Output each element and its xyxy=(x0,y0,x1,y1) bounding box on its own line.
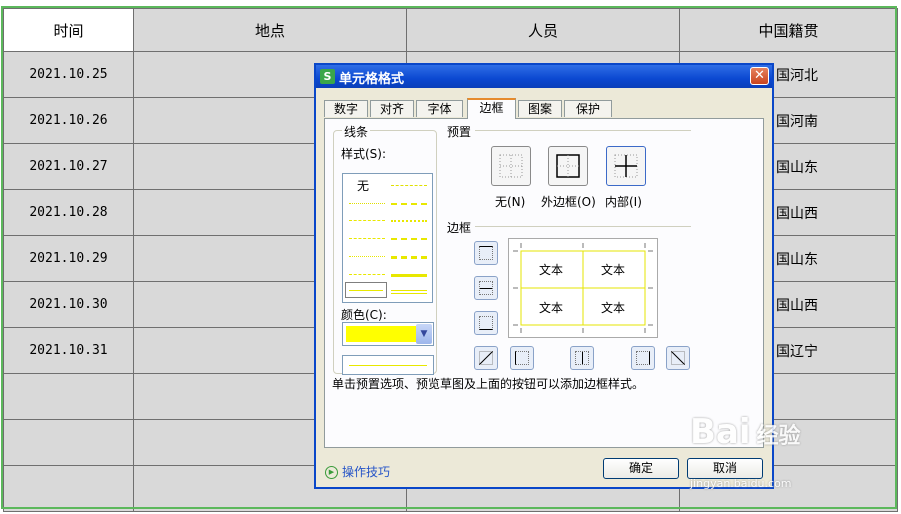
ok-button[interactable]: 确定 xyxy=(603,458,679,479)
line-style-option[interactable] xyxy=(349,274,385,275)
border-middle-horizontal-icon xyxy=(479,281,493,295)
line-style-option[interactable] xyxy=(391,256,427,259)
preset-outline-button[interactable] xyxy=(548,146,588,186)
line-style-list[interactable]: 无 xyxy=(342,173,433,303)
preset-none-button[interactable] xyxy=(491,146,531,186)
cell[interactable] xyxy=(3,373,134,420)
border-bottom-icon xyxy=(479,316,493,330)
preset-none-label: 无(N) xyxy=(495,195,526,209)
border-diagonal-down-button[interactable] xyxy=(666,346,690,370)
line-group: 线条 样式(S): 无 颜色(C): ▼ xyxy=(333,123,437,375)
line-style-option[interactable] xyxy=(349,238,385,239)
border-top-button[interactable] xyxy=(474,241,498,265)
line-style-option[interactable] xyxy=(391,185,427,186)
border-right-icon xyxy=(636,351,650,365)
preset-inside-button[interactable] xyxy=(606,146,646,186)
line-style-option[interactable] xyxy=(391,220,427,222)
header-row: 时间 地点 人员 中国籍贯 xyxy=(3,8,898,52)
style-none-option[interactable]: 无 xyxy=(357,177,369,194)
border-preview[interactable]: 文本 文本 文本 文本 xyxy=(508,238,658,338)
tab-number[interactable]: 数字 xyxy=(324,100,368,117)
line-style-option[interactable] xyxy=(349,203,385,204)
baidu-watermark-logo: Bai 经验 xyxy=(690,412,801,452)
tab-border[interactable]: 边框 xyxy=(467,98,516,119)
diagonal-down-icon xyxy=(670,350,686,366)
style-label: 样式(S): xyxy=(341,147,387,161)
border-right-button[interactable] xyxy=(631,346,655,370)
watermark-url: jingyan.baidu.com xyxy=(690,477,792,490)
tips-label: 操作技巧 xyxy=(342,465,391,479)
cell[interactable] xyxy=(3,419,134,466)
color-swatch xyxy=(346,326,416,342)
border-middle-horizontal-button[interactable] xyxy=(474,276,498,300)
border-top-icon xyxy=(479,246,493,260)
border-outline-icon xyxy=(556,154,580,178)
line-style-option[interactable] xyxy=(391,203,427,205)
date-cell[interactable]: 2021.10.28 xyxy=(3,189,134,236)
line-style-option[interactable] xyxy=(391,274,427,277)
border-middle-vertical-icon xyxy=(575,351,589,365)
preset-outline-label: 外边框(O) xyxy=(541,195,596,209)
line-style-option[interactable] xyxy=(391,290,427,294)
border-left-button[interactable] xyxy=(510,346,534,370)
border-none-icon xyxy=(499,154,523,178)
cell[interactable] xyxy=(3,465,134,512)
line-group-label: 线条 xyxy=(342,123,371,140)
tab-alignment[interactable]: 对齐 xyxy=(370,100,414,117)
header-cell-person[interactable]: 人员 xyxy=(406,8,680,52)
header-cell-time[interactable]: 时间 xyxy=(3,8,134,52)
tips-link[interactable]: ▶ 操作技巧 xyxy=(325,463,390,480)
diagonal-up-icon xyxy=(478,350,494,366)
line-style-option[interactable] xyxy=(349,256,385,257)
line-style-option[interactable] xyxy=(349,220,385,221)
preset-separator xyxy=(475,130,691,131)
tab-protection[interactable]: 保护 xyxy=(564,100,612,117)
watermark-logo-text: Bai xyxy=(690,412,751,452)
preview-text: 文本 xyxy=(539,301,564,315)
border-left-icon xyxy=(515,351,529,365)
date-cell[interactable]: 2021.10.26 xyxy=(3,97,134,144)
play-icon: ▶ xyxy=(325,466,338,479)
sheet-top-strip xyxy=(0,0,901,6)
color-dropdown[interactable]: ▼ xyxy=(342,322,434,346)
date-cell[interactable]: 2021.10.30 xyxy=(3,281,134,328)
cancel-button[interactable]: 取消 xyxy=(687,458,763,479)
line-preview xyxy=(342,355,434,375)
preview-text: 文本 xyxy=(601,301,626,315)
preview-text: 文本 xyxy=(601,263,626,277)
preset-group-label: 预置 xyxy=(445,123,474,140)
app-logo-icon: S xyxy=(320,69,335,84)
border-inside-icon xyxy=(614,154,638,178)
dialog-title: 单元格格式 xyxy=(339,72,405,87)
date-cell[interactable]: 2021.10.31 xyxy=(3,327,134,374)
preset-inside-label: 内部(I) xyxy=(605,195,642,209)
date-cell[interactable]: 2021.10.27 xyxy=(3,143,134,190)
dialog-titlebar[interactable]: S 单元格格式 ✕ xyxy=(316,65,772,88)
border-group-label: 边框 xyxy=(445,219,474,236)
date-cell[interactable]: 2021.10.25 xyxy=(3,51,134,98)
chevron-down-icon[interactable]: ▼ xyxy=(416,324,432,344)
hint-text: 单击预置选项、预览草图及上面的按钮可以添加边框样式。 xyxy=(332,377,645,391)
date-cell[interactable]: 2021.10.29 xyxy=(3,235,134,282)
selected-style-frame[interactable] xyxy=(345,282,387,298)
line-style-option[interactable] xyxy=(391,238,427,240)
color-label: 颜色(C): xyxy=(341,308,387,322)
header-cell-place[interactable]: 地点 xyxy=(133,8,407,52)
border-bottom-button[interactable] xyxy=(474,311,498,335)
tab-font[interactable]: 字体 xyxy=(416,100,463,117)
border-separator xyxy=(475,226,691,227)
watermark-logo-text-cn: 经验 xyxy=(756,424,801,449)
header-cell-origin[interactable]: 中国籍贯 xyxy=(679,8,898,52)
border-tab-panel: 线条 样式(S): 无 颜色(C): ▼ 预置 无(N) 外边框(O) 内部(I… xyxy=(324,118,764,448)
border-diagonal-up-button[interactable] xyxy=(474,346,498,370)
border-middle-vertical-button[interactable] xyxy=(570,346,594,370)
close-button[interactable]: ✕ xyxy=(750,67,769,85)
tab-pattern[interactable]: 图案 xyxy=(518,100,562,117)
preview-text: 文本 xyxy=(539,263,564,277)
